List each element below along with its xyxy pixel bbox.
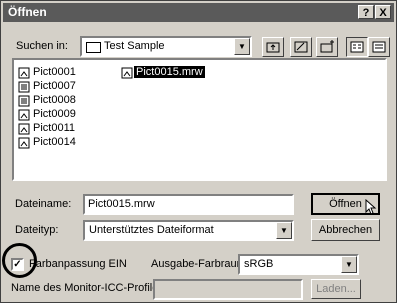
lookin-value: Test Sample <box>104 40 165 52</box>
filetype-combo[interactable]: Unterstütztes Dateiformat ▼ <box>83 220 294 241</box>
up-folder-button[interactable] <box>262 37 284 57</box>
image-file-icon <box>18 123 30 135</box>
output-space-combo[interactable]: sRGB ▼ <box>238 254 359 275</box>
help-button[interactable]: ? <box>358 5 374 19</box>
image-file-icon <box>18 109 30 121</box>
details-view-icon <box>372 41 386 53</box>
monitor-icc-field <box>153 279 303 300</box>
image-file-icon <box>18 67 30 79</box>
monitor-icc-label: Name des Monitor-ICC-Profiles <box>11 282 164 294</box>
folder-icon <box>86 42 101 53</box>
list-view-button[interactable] <box>346 37 368 57</box>
highlight-circle <box>2 243 37 278</box>
up-folder-icon <box>266 42 280 53</box>
lookin-combo[interactable]: Test Sample ▼ <box>80 36 252 57</box>
image-file-icon <box>18 137 30 149</box>
chevron-down-icon[interactable]: ▼ <box>234 38 250 55</box>
dialog-title: Öffnen <box>8 5 47 19</box>
document-file-icon <box>18 81 30 93</box>
chevron-down-icon[interactable]: ▼ <box>276 222 292 239</box>
new-folder-icon <box>320 40 334 53</box>
filename-label: Dateiname: <box>15 198 72 210</box>
chevron-down-icon[interactable]: ▼ <box>341 256 357 273</box>
file-list[interactable]: Pict0001 Pict0007 Pict0008 Pict0009 Pict… <box>12 58 387 181</box>
open-dialog: Öffnen ? X Suchen in: Test Sample ▼ Pict… <box>0 0 397 303</box>
mouse-pointer-icon <box>365 199 377 215</box>
image-file-icon <box>121 67 133 79</box>
load-button: Laden... <box>311 279 361 299</box>
cancel-button[interactable]: Abbrechen <box>311 219 380 241</box>
colormatch-label: Farbanpassung EIN <box>29 258 127 270</box>
close-button[interactable]: X <box>375 5 391 19</box>
lookin-label: Suchen in: <box>16 40 68 52</box>
new-folder-button[interactable] <box>316 37 338 57</box>
desktop-icon <box>294 41 308 53</box>
list-view-icon <box>350 41 364 53</box>
desktop-button[interactable] <box>290 37 312 57</box>
title-bar: Öffnen ? X <box>3 3 394 22</box>
output-space-label: Ausgabe-Farbraum <box>151 258 246 270</box>
filename-input[interactable]: Pict0015.mrw <box>83 194 294 215</box>
filetype-label: Dateityp: <box>15 224 59 236</box>
details-view-button[interactable] <box>368 37 390 57</box>
document-file-icon <box>18 95 30 107</box>
